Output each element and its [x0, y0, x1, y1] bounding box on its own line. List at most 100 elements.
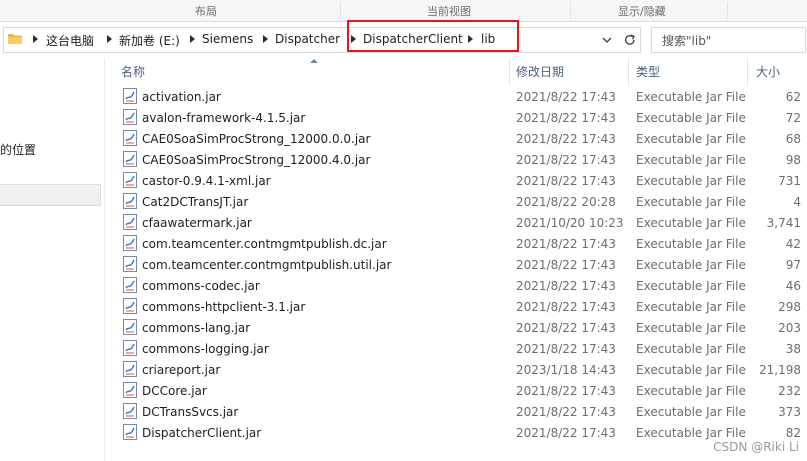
file-type: Executable Jar File — [636, 111, 746, 125]
file-modified-date: 2021/8/22 17:43 — [516, 132, 616, 146]
column-modified[interactable]: 修改日期 — [516, 58, 564, 86]
breadcrumb-siemens[interactable]: Siemens — [202, 32, 253, 46]
file-modified-date: 2021/8/22 17:43 — [516, 153, 616, 167]
file-row[interactable]: Cat2DCTransJT.jar 2021/8/22 20:28 Executab… — [106, 191, 807, 212]
file-modified-date: 2021/8/22 17:43 — [516, 237, 616, 251]
file-row[interactable]: activation.jar 2021/8/22 17:43 Executable … — [106, 86, 807, 107]
file-type: Executable Jar File — [636, 216, 746, 230]
file-type: Executable Jar File — [636, 195, 746, 209]
file-type: Executable Jar File — [636, 321, 746, 335]
breadcrumb-dispatcher[interactable]: Dispatcher — [275, 32, 340, 46]
breadcrumb-chevron-icon[interactable] — [107, 35, 112, 43]
ribbon-strip: 布局 当前视图 显示/隐藏 — [0, 0, 807, 22]
file-size: 82 — [785, 426, 801, 440]
breadcrumb-chevron-icon[interactable] — [33, 35, 38, 43]
file-type: Executable Jar File — [636, 300, 746, 314]
file-modified-date: 2021/10/20 10:23 — [516, 216, 624, 230]
file-type: Executable Jar File — [636, 153, 746, 167]
jar-file-icon — [122, 88, 138, 104]
file-modified-date: 2021/8/22 20:28 — [516, 195, 616, 209]
file-name: CAE0SoaSimProcStrong_12000.4.0.jar — [142, 153, 371, 167]
file-row[interactable]: cfaawatermark.jar 2021/10/20 10:23 Executa… — [106, 212, 807, 233]
column-size[interactable]: 大小 — [756, 58, 780, 86]
file-modified-date: 2021/8/22 17:43 — [516, 111, 616, 125]
jar-file-icon — [122, 172, 138, 188]
column-resize-handle[interactable] — [628, 58, 629, 86]
file-name: activation.jar — [142, 90, 221, 104]
jar-file-icon — [122, 361, 138, 377]
file-name: avalon-framework-4.1.5.jar — [142, 111, 306, 125]
ribbon-group-show-hide[interactable]: 显示/隐藏 — [618, 3, 666, 19]
jar-file-icon — [122, 193, 138, 209]
file-name: com.teamcenter.contmgmtpublish.dc.jar — [142, 237, 387, 251]
search-placeholder: 搜索"lib" — [662, 34, 712, 48]
file-name: criareport.jar — [142, 363, 221, 377]
column-header: 名称 修改日期 类型 大小 — [106, 58, 807, 86]
chevron-down-icon[interactable] — [600, 34, 614, 46]
breadcrumb-chevron-icon[interactable] — [190, 35, 195, 43]
breadcrumb-this-pc[interactable]: 这台电脑 — [46, 32, 94, 49]
file-row[interactable]: commons-codec.jar 2021/8/22 17:43 Executab… — [106, 275, 807, 296]
file-row[interactable]: commons-logging.jar 2021/8/22 17:43 Execut… — [106, 338, 807, 359]
jar-file-icon — [122, 235, 138, 251]
file-modified-date: 2021/8/22 17:43 — [516, 321, 616, 335]
file-row[interactable]: avalon-framework-4.1.5.jar 2021/8/22 17:4… — [106, 107, 807, 128]
column-type[interactable]: 类型 — [636, 58, 660, 86]
jar-file-icon — [122, 109, 138, 125]
file-name: CAE0SoaSimProcStrong_12000.0.0.jar — [142, 132, 371, 146]
file-size: 62 — [785, 90, 801, 104]
file-type: Executable Jar File — [636, 426, 746, 440]
file-row[interactable]: CAE0SoaSimProcStrong_12000.4.0.jar 2021/8… — [106, 149, 807, 170]
file-row[interactable]: DCTransSvcs.jar 2021/8/22 17:43 Executable… — [106, 401, 807, 422]
column-name[interactable]: 名称 — [121, 58, 145, 86]
jar-file-icon — [122, 130, 138, 146]
file-row[interactable]: CAE0SoaSimProcStrong_12000.0.0.jar 2021/8… — [106, 128, 807, 149]
file-type: Executable Jar File — [636, 90, 746, 104]
file-size: 68 — [785, 132, 801, 146]
file-name: com.teamcenter.contmgmtpublish.util.jar — [142, 258, 392, 272]
address-bar[interactable]: 这台电脑 新加卷 (E:) Siemens Dispatcher Dispatc… — [3, 27, 641, 53]
file-modified-date: 2021/8/22 17:43 — [516, 426, 616, 440]
file-row[interactable]: DispatcherClient.jar 2021/8/22 17:43 Execu… — [106, 422, 807, 443]
nav-item-selected[interactable] — [0, 184, 101, 206]
file-size: 4 — [793, 195, 801, 209]
jar-file-icon — [122, 403, 138, 419]
file-name: cfaawatermark.jar — [142, 216, 252, 230]
ribbon-group-current-view[interactable]: 当前视图 — [427, 3, 471, 19]
annotation-highlight-box — [347, 20, 519, 52]
file-type: Executable Jar File — [636, 132, 746, 146]
file-row[interactable]: commons-httpclient-3.1.jar 2021/8/22 17:4… — [106, 296, 807, 317]
column-resize-handle[interactable] — [747, 58, 748, 86]
column-resize-handle[interactable] — [509, 58, 510, 86]
watermark: CSDN @Riki Li — [711, 440, 801, 454]
jar-file-icon — [122, 298, 138, 314]
file-row[interactable]: com.teamcenter.contmgmtpublish.util.jar 2… — [106, 254, 807, 275]
sort-up-icon — [310, 59, 318, 63]
file-row[interactable]: DCCore.jar 2021/8/22 17:43 Executable Jar … — [106, 380, 807, 401]
file-name: commons-codec.jar — [142, 279, 260, 293]
jar-file-icon — [122, 424, 138, 440]
file-type: Executable Jar File — [636, 258, 746, 272]
file-name: commons-httpclient-3.1.jar — [142, 300, 306, 314]
file-row[interactable]: criareport.jar 2023/1/18 14:43 Executable … — [106, 359, 807, 380]
breadcrumb-chevron-icon[interactable] — [263, 35, 268, 43]
file-size: 298 — [778, 300, 801, 314]
breadcrumb-drive-e[interactable]: 新加卷 (E:) — [119, 32, 180, 49]
refresh-icon[interactable] — [622, 32, 638, 48]
file-list: activation.jar 2021/8/22 17:43 Executable … — [106, 86, 807, 461]
file-row[interactable]: com.teamcenter.contmgmtpublish.dc.jar 202… — [106, 233, 807, 254]
file-type: Executable Jar File — [636, 279, 746, 293]
folder-icon — [8, 34, 22, 44]
file-name: castor-0.9.4.1-xml.jar — [142, 174, 271, 188]
file-modified-date: 2021/8/22 17:43 — [516, 384, 616, 398]
nav-item-location[interactable]: 的位置 — [0, 141, 36, 158]
pane-divider[interactable] — [104, 58, 105, 461]
ribbon-divider — [727, 2, 728, 19]
file-size: 38 — [785, 342, 801, 356]
file-row[interactable]: castor-0.9.4.1-xml.jar 2021/8/22 17:43 Exe… — [106, 170, 807, 191]
file-modified-date: 2021/8/22 17:43 — [516, 300, 616, 314]
search-input[interactable]: 搜索"lib" — [651, 27, 806, 53]
jar-file-icon — [122, 256, 138, 272]
ribbon-group-layout[interactable]: 布局 — [195, 3, 217, 19]
file-row[interactable]: commons-lang.jar 2021/8/22 17:43 Executabl… — [106, 317, 807, 338]
